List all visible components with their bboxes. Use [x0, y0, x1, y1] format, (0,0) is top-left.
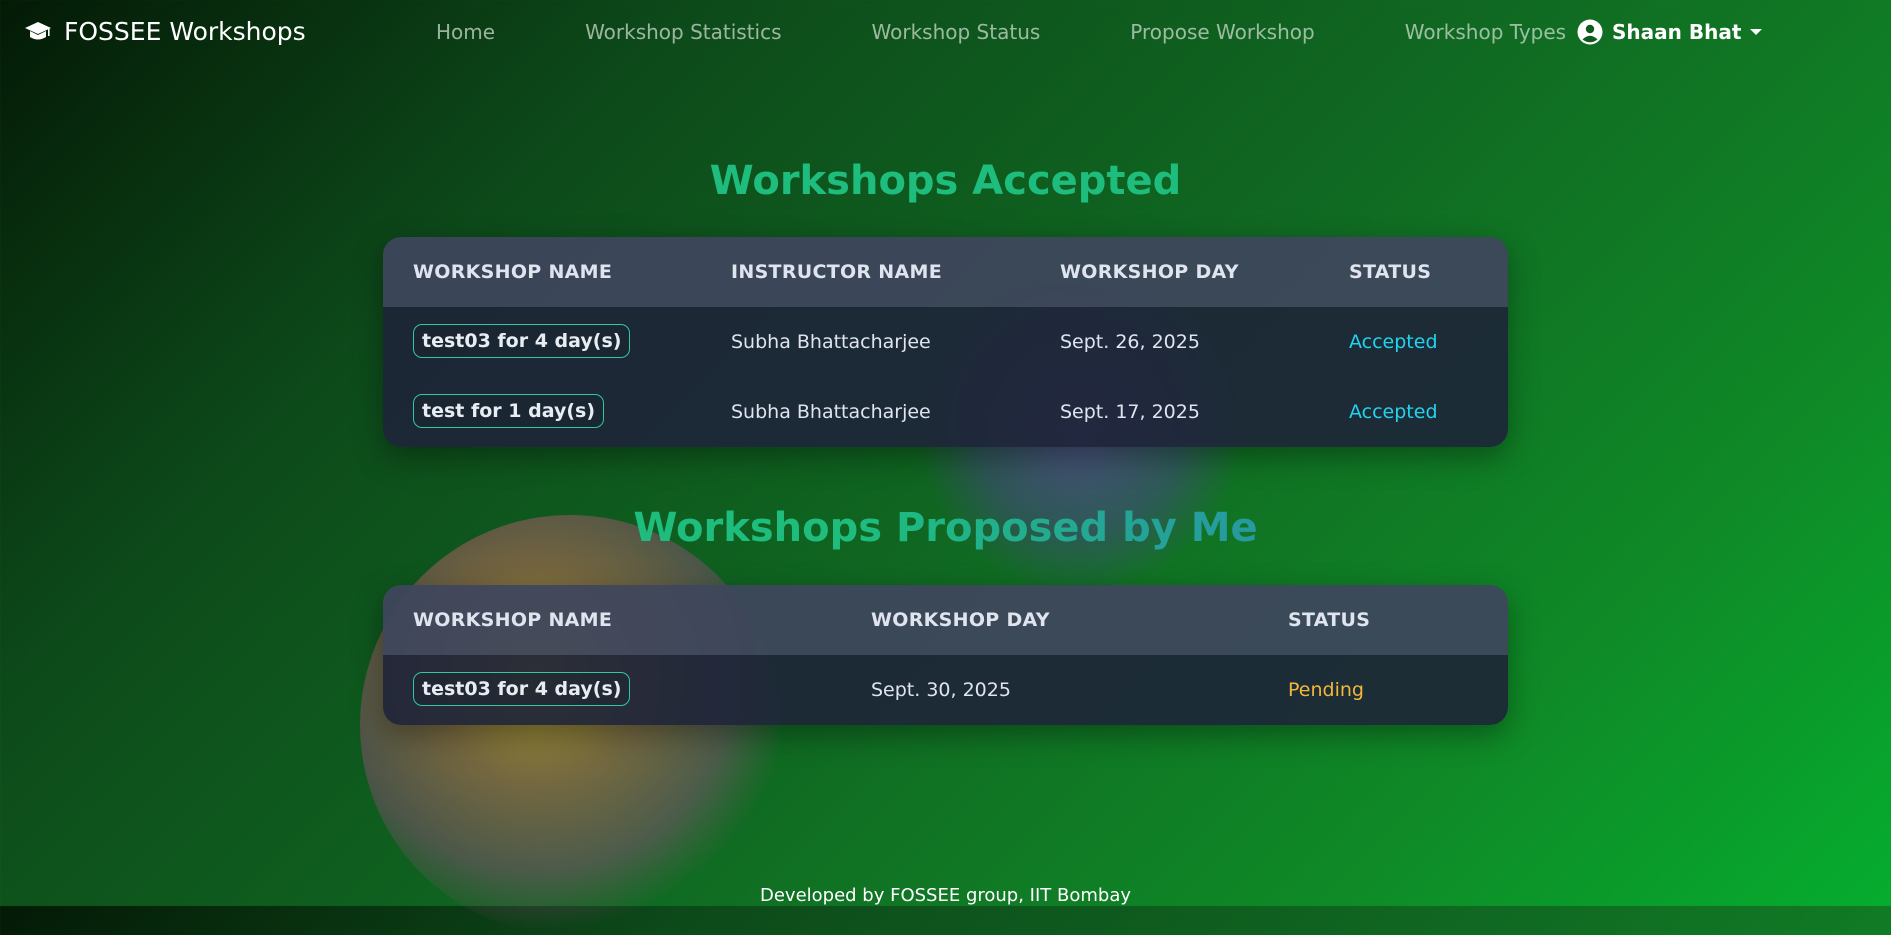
brand-name: FOSSEE Workshops	[64, 17, 306, 46]
user-name: Shaan Bhat	[1612, 20, 1742, 44]
accepted-table-body: test03 for 4 day(s) Subha Bhattacharjee …	[383, 307, 1508, 447]
workshop-day: Sept. 30, 2025	[871, 679, 1011, 701]
column-header-status: STATUS	[1349, 261, 1432, 283]
table-row: test for 1 day(s) Subha Bhattacharjee Se…	[383, 377, 1508, 447]
workshop-name-link[interactable]: test for 1 day(s)	[413, 394, 605, 428]
nav-link-workshop-types[interactable]: Workshop Types	[1405, 20, 1566, 44]
proposed-table-body: test03 for 4 day(s) Sept. 30, 2025 Pendi…	[383, 655, 1508, 725]
nav-link-propose-workshop[interactable]: Propose Workshop	[1130, 20, 1314, 44]
brand-link[interactable]: FOSSEE Workshops	[24, 17, 306, 46]
table-row: test03 for 4 day(s) Sept. 30, 2025 Pendi…	[383, 655, 1508, 725]
column-header-workshop-name: WORKSHOP NAME	[413, 609, 613, 631]
column-header-workshop-name: WORKSHOP NAME	[413, 261, 613, 283]
nav-link-home[interactable]: Home	[436, 20, 495, 44]
instructor-name: Subha Bhattacharjee	[731, 331, 931, 353]
workshop-day: Sept. 26, 2025	[1060, 331, 1200, 353]
status-badge: Accepted	[1349, 331, 1438, 353]
instructor-name: Subha Bhattacharjee	[731, 401, 931, 423]
proposed-table-header: WORKSHOP NAME WORKSHOP DAY STATUS	[383, 585, 1508, 655]
column-header-workshop-day: WORKSHOP DAY	[871, 609, 1050, 631]
nav-links: Home Workshop Statistics Workshop Status…	[436, 20, 1656, 44]
nav-link-workshop-statistics[interactable]: Workshop Statistics	[585, 20, 781, 44]
accepted-title: Workshops Accepted	[709, 158, 1182, 204]
graduation-cap-icon	[25, 21, 51, 39]
user-menu-dropdown[interactable]: Shaan Bhat	[1577, 19, 1763, 45]
accepted-table-header: WORKSHOP NAME INSTRUCTOR NAME WORKSHOP D…	[383, 237, 1508, 307]
status-badge: Pending	[1288, 679, 1364, 701]
column-header-instructor-name: INSTRUCTOR NAME	[731, 261, 942, 283]
background-glow-orange	[360, 515, 780, 935]
accepted-table: WORKSHOP NAME INSTRUCTOR NAME WORKSHOP D…	[383, 237, 1508, 447]
navbar: FOSSEE Workshops Home Workshop Statistic…	[0, 0, 1891, 70]
status-badge: Accepted	[1349, 401, 1438, 423]
column-header-status: STATUS	[1288, 609, 1371, 631]
caret-down-icon	[1750, 29, 1763, 35]
workshop-name-link[interactable]: test03 for 4 day(s)	[413, 672, 631, 706]
footer-text: Developed by FOSSEE group, IIT Bombay	[759, 885, 1132, 906]
proposed-title: Workshops Proposed by Me	[0, 505, 1891, 551]
workshop-day: Sept. 17, 2025	[1060, 401, 1200, 423]
workshop-name-link[interactable]: test03 for 4 day(s)	[413, 324, 631, 358]
table-row: test03 for 4 day(s) Subha Bhattacharjee …	[383, 307, 1508, 377]
proposed-table: WORKSHOP NAME WORKSHOP DAY STATUS test03…	[383, 585, 1508, 725]
column-header-workshop-day: WORKSHOP DAY	[1060, 261, 1239, 283]
user-circle-icon	[1577, 19, 1603, 45]
nav-link-workshop-status[interactable]: Workshop Status	[872, 20, 1041, 44]
